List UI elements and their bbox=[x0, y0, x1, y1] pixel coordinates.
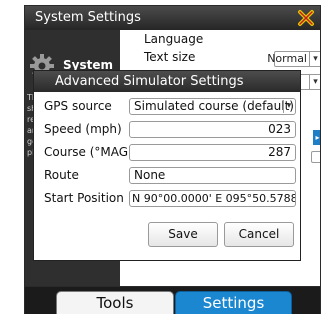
text-size-value: Normal bbox=[267, 52, 307, 65]
save-button[interactable]: Save bbox=[148, 222, 218, 247]
language-row[interactable]: Language bbox=[144, 32, 203, 46]
gps-source-dropdown[interactable]: Simulated course (default) ▾ bbox=[129, 98, 296, 115]
start-position-field[interactable]: N 90°00.0000' E 095°50.5788' bbox=[129, 190, 296, 207]
gps-source-value: Simulated course (default) bbox=[134, 99, 294, 113]
setting-checkbox[interactable] bbox=[311, 151, 320, 163]
speed-label: Speed (mph) bbox=[44, 122, 122, 136]
text-size-dropdown[interactable]: Normal ▾ bbox=[267, 51, 320, 67]
close-icon[interactable] bbox=[296, 9, 316, 27]
advanced-simulator-dialog: Advanced Simulator Settings GPS source S… bbox=[33, 70, 301, 261]
route-field[interactable]: None bbox=[129, 167, 296, 184]
tab-settings[interactable]: Settings bbox=[175, 291, 292, 314]
tab-tools[interactable]: Tools bbox=[56, 291, 174, 314]
chevron-down-icon: ▾ bbox=[309, 75, 320, 89]
speed-input[interactable]: 023 bbox=[129, 121, 296, 138]
gps-source-label: GPS source bbox=[44, 99, 112, 113]
system-settings-title: System Settings bbox=[35, 10, 141, 25]
dialog-title: Advanced Simulator Settings bbox=[55, 74, 244, 89]
system-settings-titlebar: System Settings bbox=[25, 6, 320, 30]
chevron-down-icon: ▾ bbox=[309, 52, 320, 66]
dialog-titlebar: Advanced Simulator Settings bbox=[34, 71, 300, 92]
course-input[interactable]: 287 bbox=[129, 144, 296, 161]
screen: System Settings System Language Text siz… bbox=[0, 0, 327, 314]
course-label: Course (°MAG) bbox=[44, 145, 133, 159]
cancel-button[interactable]: Cancel bbox=[224, 222, 294, 247]
text-size-row[interactable]: Text size bbox=[144, 50, 195, 64]
start-position-label: Start Position bbox=[44, 191, 124, 205]
route-label: Route bbox=[44, 168, 79, 182]
chevron-down-icon: ▾ bbox=[283, 100, 294, 113]
bottom-tab-bar: Tools Settings bbox=[24, 287, 321, 314]
arrow-right-icon[interactable]: ▸ bbox=[313, 130, 320, 145]
